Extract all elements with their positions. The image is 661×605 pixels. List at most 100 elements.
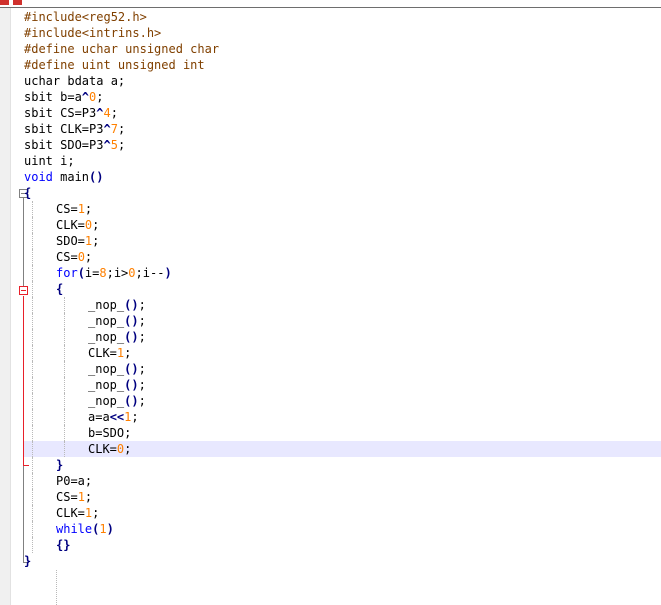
code-line[interactable]: CS=1; — [24, 489, 661, 505]
code-line[interactable]: sbit b=a^0; — [24, 89, 661, 105]
code-line[interactable]: uint i; — [24, 153, 661, 169]
code-token: ; — [117, 122, 126, 136]
code-token: () — [124, 298, 139, 312]
indent-guide — [32, 393, 34, 409]
indent-guide — [32, 425, 34, 441]
code-token: i= — [84, 266, 100, 280]
code-token: 1 — [77, 202, 85, 216]
code-line[interactable]: _nop_(); — [24, 297, 661, 313]
code-line[interactable]: sbit SDO=P3^5; — [24, 137, 661, 153]
code-token: #define uchar unsigned char — [24, 42, 220, 56]
code-token: ; — [138, 298, 146, 312]
code-line[interactable]: #include<reg52.h> — [24, 9, 661, 25]
code-token: 5 — [110, 138, 118, 152]
code-line[interactable]: CLK=1; — [24, 345, 661, 361]
code-line[interactable]: P0=a; — [24, 473, 661, 489]
code-token: b=SDO; — [88, 426, 132, 440]
code-token: #include<intrins.h> — [24, 26, 162, 40]
code-line[interactable]: while(1) — [24, 521, 661, 537]
code-line[interactable]: } — [24, 457, 661, 473]
indent-guide — [64, 377, 66, 393]
indent-guide — [32, 313, 34, 329]
code-token: } — [56, 458, 64, 472]
indent-guide — [64, 425, 66, 441]
code-token: _nop_ — [88, 330, 125, 344]
active-tab-marker — [13, 0, 22, 5]
code-token: ; — [124, 346, 132, 360]
code-token: _nop_ — [88, 314, 125, 328]
indent-guide — [32, 217, 34, 233]
code-line[interactable]: uchar bdata a; — [24, 73, 661, 89]
code-token: CS= — [56, 250, 78, 264]
indent-guide — [64, 313, 66, 329]
code-token: 4 — [103, 106, 111, 120]
code-line[interactable]: CS=1; — [24, 201, 661, 217]
code-token: } — [24, 554, 32, 568]
code-line[interactable]: sbit CS=P3^4; — [24, 105, 661, 121]
code-line[interactable]: #define uchar unsigned char — [24, 41, 661, 57]
code-token: #define uint unsigned int — [24, 58, 205, 72]
code-token: ; — [84, 490, 93, 504]
indent-guide — [64, 329, 66, 345]
code-line[interactable]: CLK=0; — [24, 217, 661, 233]
code-line[interactable]: _nop_(); — [24, 313, 661, 329]
code-line[interactable]: _nop_(); — [24, 377, 661, 393]
code-line[interactable]: SDO=1; — [24, 233, 661, 249]
code-token: << — [109, 410, 125, 424]
code-line[interactable]: void main() — [24, 169, 661, 185]
code-editor[interactable]: #include<reg52.h> #include<intrins.h> #def… — [0, 0, 661, 605]
code-line[interactable]: #define uint unsigned int — [24, 57, 661, 73]
code-line[interactable]: } — [24, 553, 661, 569]
code-token: while — [56, 522, 93, 536]
code-token: 1 — [99, 522, 107, 536]
code-token: _nop_ — [88, 394, 125, 408]
code-line[interactable]: sbit CLK=P3^7; — [24, 121, 661, 137]
indent-guide — [64, 409, 66, 425]
code-token: 1 — [77, 490, 85, 504]
indent-guide — [64, 393, 66, 409]
code-line[interactable]: _nop_(); — [24, 361, 661, 377]
code-token: sbit CLK=P3 — [24, 122, 104, 136]
code-line[interactable]: CLK=1; — [24, 505, 661, 521]
indent-guide — [32, 505, 34, 521]
code-line[interactable]: { — [24, 185, 661, 201]
code-line[interactable]: { — [24, 281, 661, 297]
indent-guide — [56, 570, 58, 605]
indent-guide — [32, 361, 34, 377]
indent-guide — [32, 521, 34, 537]
code-token: ; — [84, 202, 93, 216]
code-token: ; — [84, 250, 93, 264]
current-code-line[interactable]: CLK=0; — [24, 441, 661, 457]
code-token: CS= — [56, 490, 78, 504]
code-token: () — [124, 394, 139, 408]
indent-guide — [32, 201, 34, 217]
fold-margin[interactable] — [11, 8, 29, 605]
indent-guide — [32, 409, 34, 425]
code-line[interactable]: #include<intrins.h> — [24, 25, 661, 41]
code-token: ; — [138, 394, 146, 408]
indent-guide — [32, 233, 34, 249]
code-line[interactable]: for(i=8;i>0;i--) — [24, 265, 661, 281]
code-token: CLK= — [56, 506, 85, 520]
code-line[interactable]: b=SDO; — [24, 425, 661, 441]
code-text-area[interactable]: #include<reg52.h> #include<intrins.h> #def… — [24, 9, 661, 569]
indent-guide — [32, 473, 34, 489]
code-line[interactable]: {} — [24, 537, 661, 553]
code-line[interactable]: _nop_(); — [24, 393, 661, 409]
code-line[interactable]: a=a<<1; — [24, 409, 661, 425]
code-token: void — [24, 170, 53, 184]
code-token: sbit SDO=P3 — [24, 138, 104, 152]
indent-guide — [32, 265, 34, 281]
bookmark-margin[interactable] — [0, 8, 11, 605]
code-token: ; — [117, 138, 126, 152]
code-line[interactable]: _nop_(); — [24, 329, 661, 345]
code-token: ^ — [81, 90, 90, 104]
indent-guide — [32, 345, 34, 361]
code-token: ; — [92, 506, 100, 520]
code-token: _nop_ — [88, 298, 125, 312]
code-line[interactable]: CS=0; — [24, 249, 661, 265]
code-token: a=a — [88, 410, 110, 424]
code-token: { — [24, 186, 32, 200]
code-token: ;i-- — [135, 266, 165, 280]
code-token: SDO= — [56, 234, 85, 248]
